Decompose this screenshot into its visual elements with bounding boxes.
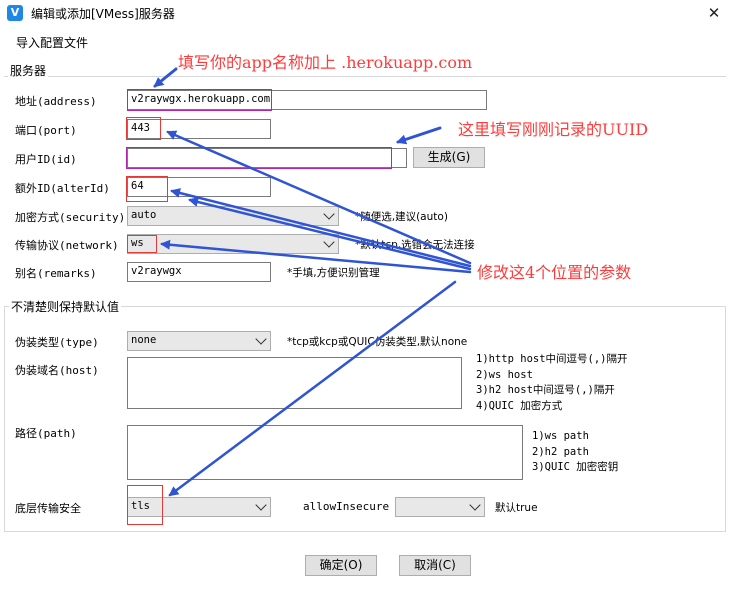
host-notes: 1)http host中间逗号(,)隔开 2)ws host 3)h2 host中间… — [476, 352, 628, 414]
type-select[interactable]: none — [127, 331, 271, 351]
allow-insecure-hint: 默认true — [495, 502, 538, 514]
annotation-uuid: 这里填写刚刚记录的UUID — [458, 120, 649, 139]
path-note: 1)ws path — [532, 430, 589, 442]
annotation-params: 修改这4个位置的参数 — [477, 263, 632, 282]
port-label: 端口(port) — [15, 124, 77, 137]
type-label: 伪装类型(type) — [15, 336, 99, 349]
chevron-down-icon — [469, 499, 481, 511]
cancel-button[interactable]: 取消(C) — [399, 555, 471, 576]
path-notes: 1)ws path 2)h2 path 3)QUIC 加密密钥 — [532, 429, 618, 476]
server-group-title: 服务器 — [8, 62, 49, 79]
security-hint: *随便选,建议(auto) — [355, 211, 448, 223]
network-select[interactable]: ws — [127, 234, 339, 254]
path-label: 路径(path) — [15, 427, 77, 440]
advanced-group-title: 不清楚则保持默认值 — [9, 298, 122, 315]
remarks-hint: *手填,方便识别管理 — [287, 267, 380, 279]
host-note: 2)ws host — [476, 368, 533, 381]
host-label: 伪装域名(host) — [15, 364, 99, 377]
chevron-down-icon — [323, 236, 335, 248]
type-value: none — [131, 334, 157, 346]
server-group-border — [4, 76, 726, 77]
alter-id-label: 额外ID(alterId) — [15, 182, 110, 195]
path-note: 2)h2 path — [532, 445, 589, 458]
network-highlight — [127, 235, 157, 253]
allow-insecure-select[interactable] — [395, 497, 485, 517]
window-title: 编辑或添加[VMess]服务器 — [31, 7, 175, 21]
type-hint: *tcp或kcp或QUIC伪装类型,默认none — [287, 336, 468, 348]
arrow-to-alter-id — [170, 188, 472, 268]
user-id-label: 用户ID(id) — [15, 153, 77, 166]
remarks-label: 别名(remarks) — [15, 267, 97, 280]
network-label: 传输协议(network) — [15, 239, 119, 252]
menu-import-config[interactable]: 导入配置文件 — [16, 34, 88, 51]
host-note: 4)QUIC 加密方式 — [476, 399, 563, 412]
annotation-app-name: 填写你的app名称加上 .herokuapp.com — [178, 53, 473, 72]
ok-button[interactable]: 确定(O) — [305, 555, 377, 576]
generate-uuid-button[interactable]: 生成(G) — [413, 147, 485, 168]
port-highlight — [126, 117, 161, 140]
chevron-down-icon — [255, 499, 267, 511]
path-note: 3)QUIC 加密密钥 — [532, 461, 619, 473]
path-textarea[interactable] — [127, 425, 523, 480]
security-label: 加密方式(security) — [15, 211, 126, 224]
address-highlight — [127, 89, 272, 111]
close-button[interactable]: ✕ — [702, 2, 726, 24]
security-select[interactable]: auto — [127, 206, 339, 226]
user-id-highlight — [126, 147, 392, 169]
host-textarea[interactable] — [127, 357, 462, 409]
allow-insecure-label: allowInsecure — [303, 500, 390, 513]
chevron-down-icon — [255, 333, 267, 345]
arrow-to-address — [153, 67, 178, 88]
remarks-input[interactable]: v2raywgx — [127, 262, 271, 282]
address-label: 地址(address) — [15, 95, 97, 108]
network-hint: *默认tcp,选错会无法连接 — [355, 239, 475, 251]
tls-label: 底层传输安全 — [15, 502, 81, 515]
tls-highlight — [127, 485, 163, 525]
arrow-to-user-id — [396, 126, 442, 145]
host-note: 3)h2 host中间逗号(,)隔开 — [476, 384, 615, 396]
host-note: 1)http host中间逗号(,)隔开 — [476, 353, 628, 365]
alter-id-highlight — [126, 176, 168, 202]
app-icon: V — [7, 5, 23, 21]
chevron-down-icon — [323, 208, 335, 220]
security-value: auto — [131, 209, 157, 221]
